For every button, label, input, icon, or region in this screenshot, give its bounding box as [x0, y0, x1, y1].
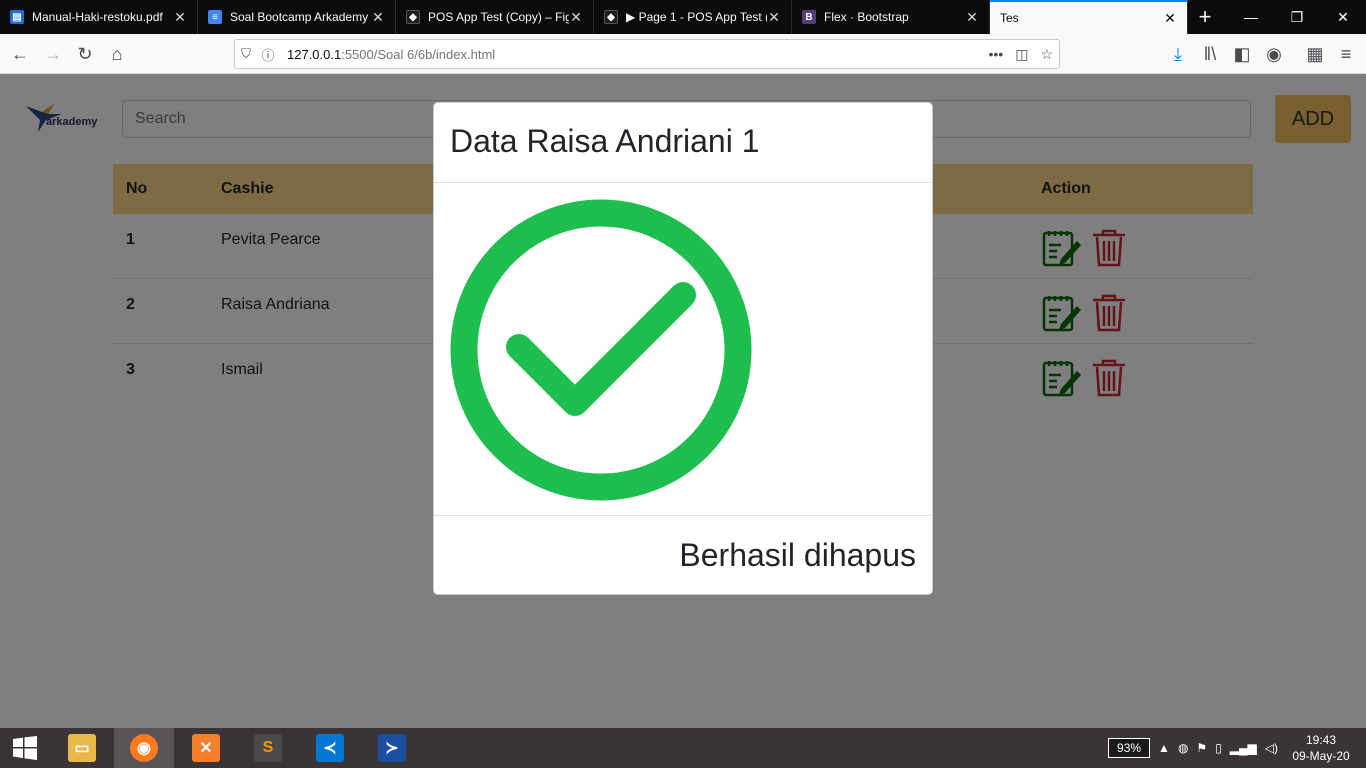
- close-icon[interactable]: ✕: [371, 9, 385, 26]
- extensions-icon[interactable]: ▦: [1303, 42, 1327, 66]
- tab-tes[interactable]: Tes ✕: [990, 0, 1188, 34]
- shield-icon[interactable]: ⛉: [235, 46, 257, 62]
- modal-body: [434, 183, 932, 516]
- browser-tab-bar: ▤ Manual-Haki-restoku.pdf ✕ ≡ Soal Bootc…: [0, 0, 1366, 34]
- address-bar[interactable]: ⛉ ⓘ 127.0.0.1:5500/Soal 6/6b/index.html …: [234, 39, 1060, 69]
- modal-header: Data Raisa Andriani 1: [434, 103, 932, 183]
- signal-icon[interactable]: ▂▄▆: [1230, 741, 1257, 755]
- show-hidden-icons-icon[interactable]: ▲: [1158, 741, 1170, 755]
- tab-title: Soal Bootcamp Arkademy: [230, 10, 369, 24]
- minimize-icon[interactable]: —: [1228, 0, 1274, 34]
- close-icon[interactable]: ✕: [965, 9, 979, 26]
- windows-icon: [13, 736, 37, 760]
- battery-indicator[interactable]: 93%: [1108, 738, 1151, 758]
- tab-page1-pos[interactable]: ◆ ▶ Page 1 - POS App Test ( ✕: [594, 0, 792, 34]
- browser-nav-bar: ← → ↻ ⌂ ⛉ ⓘ 127.0.0.1:5500/Soal 6/6b/ind…: [0, 34, 1366, 74]
- back-icon[interactable]: ←: [8, 42, 32, 66]
- new-tab-button[interactable]: +: [1188, 0, 1222, 34]
- pdf-icon: ▤: [10, 10, 24, 24]
- sidebar-icon[interactable]: ◧: [1230, 42, 1254, 66]
- tab-flex-bootstrap[interactable]: B Flex · Bootstrap ✕: [792, 0, 990, 34]
- powershell-icon: ≻: [378, 734, 406, 762]
- taskbar-sublime[interactable]: S: [238, 728, 298, 768]
- tab-title: Tes: [1000, 11, 1019, 25]
- url-path: :5500/Soal 6/6b/index.html: [341, 46, 496, 62]
- network-globe-icon[interactable]: ◍: [1178, 741, 1188, 755]
- vscode-icon: ≺: [316, 734, 344, 762]
- reload-icon[interactable]: ↻: [73, 42, 97, 66]
- account-icon[interactable]: ◉: [1262, 42, 1286, 66]
- menu-icon[interactable]: ≡: [1334, 42, 1358, 66]
- close-icon[interactable]: ✕: [569, 9, 583, 26]
- device-icon[interactable]: ▯: [1215, 741, 1222, 755]
- forward-icon[interactable]: →: [41, 42, 65, 66]
- sublime-icon: S: [254, 734, 282, 762]
- home-icon[interactable]: ⌂: [105, 42, 129, 66]
- firefox-icon: ◉: [130, 734, 158, 762]
- figma-icon: ◆: [604, 10, 618, 24]
- flag-icon[interactable]: ⚑: [1196, 741, 1207, 755]
- clock-date: 09-May-20: [1292, 749, 1350, 763]
- volume-icon[interactable]: ◁): [1265, 741, 1278, 755]
- info-icon[interactable]: ⓘ: [257, 45, 279, 64]
- close-window-icon[interactable]: ✕: [1320, 0, 1366, 34]
- system-tray: 93% ▲ ◍ ⚑ ▯ ▂▄▆ ◁) 19:43 09-May-20: [1108, 728, 1366, 768]
- tab-title: Manual-Haki-restoku.pdf: [32, 10, 163, 24]
- modal-message: Berhasil dihapus: [679, 536, 916, 573]
- tab-title: ▶ Page 1 - POS App Test (: [626, 10, 767, 24]
- clock-time: 19:43: [1305, 733, 1337, 747]
- modal-footer: Berhasil dihapus: [434, 516, 932, 594]
- taskbar-powershell[interactable]: ≻: [362, 728, 422, 768]
- close-icon[interactable]: ✕: [767, 9, 781, 26]
- library-icon[interactable]: ‖\: [1198, 42, 1222, 66]
- check-circle-icon: [450, 199, 752, 501]
- tab-pos-app-copy[interactable]: ◆ POS App Test (Copy) – Fig ✕: [396, 0, 594, 34]
- download-icon[interactable]: ⤓: [1166, 42, 1190, 66]
- docs-icon: ≡: [208, 10, 222, 24]
- clock[interactable]: 19:43 09-May-20: [1286, 732, 1356, 764]
- windows-taskbar: ▭ ◉ ✕ S ≺ ≻ 93% ▲ ◍ ⚑ ▯ ▂▄▆ ◁) 19:43 09-…: [0, 728, 1366, 768]
- taskbar-xampp[interactable]: ✕: [176, 728, 236, 768]
- url-host: 127.0.0.1: [287, 46, 342, 62]
- tab-soal-bootcamp[interactable]: ≡ Soal Bootcamp Arkademy ✕: [198, 0, 396, 34]
- figma-icon: ◆: [406, 10, 420, 24]
- url-text[interactable]: 127.0.0.1:5500/Soal 6/6b/index.html: [287, 47, 495, 62]
- bootstrap-icon: B: [802, 10, 816, 24]
- delete-success-modal: Data Raisa Andriani 1 Berhasil dihapus: [433, 102, 933, 595]
- window-controls: — ❐ ✕: [1228, 0, 1366, 34]
- folder-icon: ▭: [68, 734, 96, 762]
- more-icon[interactable]: •••: [988, 46, 1003, 63]
- taskbar-file-explorer[interactable]: ▭: [52, 728, 112, 768]
- restore-icon[interactable]: ❐: [1274, 0, 1320, 34]
- xampp-icon: ✕: [192, 734, 220, 762]
- taskbar-firefox[interactable]: ◉: [114, 728, 174, 768]
- bookmark-star-icon[interactable]: ☆: [1040, 46, 1053, 63]
- taskbar-vscode[interactable]: ≺: [300, 728, 360, 768]
- close-icon[interactable]: ✕: [1163, 10, 1177, 27]
- modal-title: Data Raisa Andriani 1: [450, 123, 760, 159]
- tab-title: Flex · Bootstrap: [824, 10, 909, 24]
- pocket-icon[interactable]: ◫: [1015, 46, 1028, 63]
- tab-title: POS App Test (Copy) – Fig: [428, 10, 569, 24]
- start-button[interactable]: [0, 728, 50, 768]
- close-icon[interactable]: ✕: [173, 9, 187, 26]
- tab-manual-haki[interactable]: ▤ Manual-Haki-restoku.pdf ✕: [0, 0, 198, 34]
